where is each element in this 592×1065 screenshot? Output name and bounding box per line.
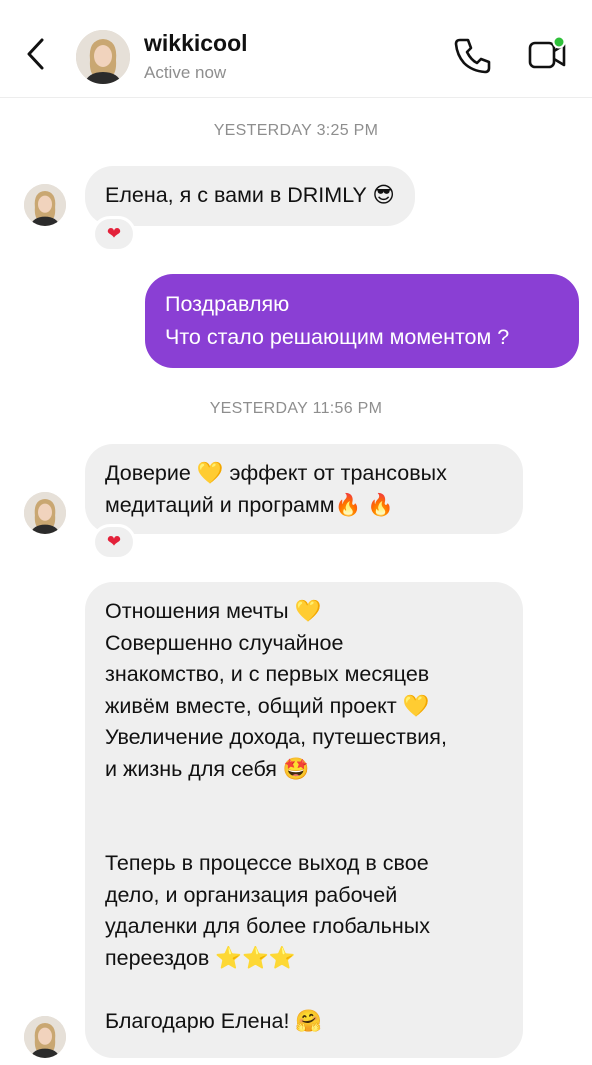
reaction-heart[interactable]: ❤ bbox=[92, 216, 136, 252]
contact-status: Active now bbox=[144, 63, 227, 82]
timestamp-divider: YESTERDAY 11:56 PM bbox=[209, 400, 383, 417]
sender-avatar[interactable] bbox=[24, 184, 66, 226]
incoming-message[interactable]: Елена, я с вами в DRIMLY 😎 bbox=[85, 166, 415, 226]
message-text: Поздравляю bbox=[165, 292, 290, 316]
back-button[interactable] bbox=[20, 32, 54, 76]
sender-avatar[interactable] bbox=[24, 1016, 66, 1058]
message-text: Совершенно случайное bbox=[105, 630, 344, 655]
chat-header: wikkicool Active now bbox=[0, 0, 592, 98]
message-text: Теперь в процессе выход в свое bbox=[105, 851, 429, 875]
outgoing-message[interactable]: Поздравляю Что стало решающим моментом ? bbox=[145, 274, 579, 368]
reaction-heart[interactable]: ❤ bbox=[92, 524, 136, 560]
heart-icon: ❤ bbox=[106, 532, 122, 552]
timestamp-divider: YESTERDAY 3:25 PM bbox=[213, 122, 379, 139]
sender-avatar[interactable] bbox=[24, 492, 66, 534]
video-camera-icon bbox=[528, 35, 566, 69]
message-text: знакомство, и с первых месяцев bbox=[105, 662, 430, 686]
header-avatar[interactable] bbox=[76, 30, 130, 84]
message-text: и жизнь для себя 🤩 bbox=[105, 756, 310, 781]
message-text: дело, и организация рабочей bbox=[105, 882, 398, 907]
message-text: Отношения мечты 💛 bbox=[105, 599, 322, 623]
message-text: Увеличение дохода, путешествия, bbox=[105, 725, 447, 749]
contact-username[interactable]: wikkicool bbox=[144, 30, 248, 57]
message-text: Доверие 💛 эффект от трансовых bbox=[105, 461, 447, 485]
audio-call-button[interactable] bbox=[452, 34, 494, 76]
message-text: Благодарю Елена! 🤗 bbox=[105, 1008, 323, 1033]
message-text: Елена, я с вами в DRIMLY 😎 bbox=[105, 183, 395, 207]
message-text: переездов ⭐⭐⭐ bbox=[105, 945, 296, 970]
phone-icon bbox=[454, 38, 491, 74]
message-text: Что стало решающим моментом ? bbox=[165, 325, 510, 349]
incoming-message[interactable]: Отношения мечты 💛 Совершенно случайное з… bbox=[85, 582, 523, 1058]
online-indicator bbox=[552, 35, 566, 49]
heart-icon: ❤ bbox=[106, 224, 122, 244]
message-text: медитаций и программ🔥 🔥 bbox=[105, 492, 395, 517]
message-text: живём вместе, общий проект 💛 bbox=[105, 693, 430, 718]
video-call-button[interactable] bbox=[524, 33, 570, 77]
chevron-left-icon bbox=[27, 38, 44, 70]
incoming-message[interactable]: Доверие 💛 эффект от трансовых медитаций … bbox=[85, 444, 523, 534]
message-text: удаленки для более глобальных bbox=[105, 914, 430, 938]
